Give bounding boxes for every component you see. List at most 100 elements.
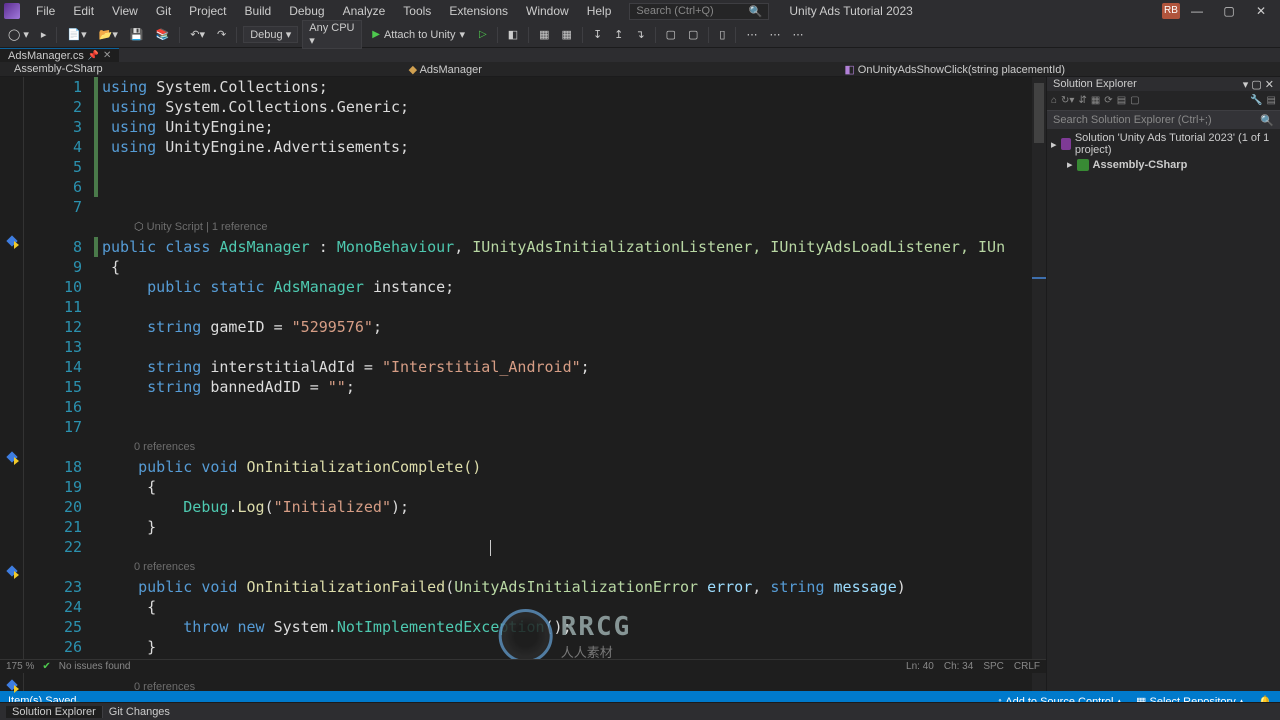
preview-icon[interactable]: ▢ — [1130, 95, 1139, 106]
tb-misc2-icon[interactable]: ⋯ — [765, 26, 784, 43]
menu-project[interactable]: Project — [181, 4, 234, 18]
tb-step-icon[interactable]: ↧ — [589, 26, 606, 43]
tb-bookmark-icon[interactable]: ▯ — [715, 26, 729, 43]
editor-content[interactable]: ⊟using System.Collections; using System.… — [98, 77, 1032, 691]
user-badge[interactable]: RB — [1162, 3, 1180, 19]
panel-opts-icon[interactable]: ▾ ▢ — [1243, 79, 1265, 91]
arrow-glyph-2 — [14, 457, 19, 465]
vertical-scrollbar[interactable] — [1032, 77, 1046, 691]
tb-misc1-icon[interactable]: ⋯ — [742, 26, 761, 43]
tb-step-icon2[interactable]: ↥ — [610, 26, 627, 43]
issues-icon: ✔ — [42, 661, 50, 672]
doc-tab-adsmanager[interactable]: AdsManager.cs 📌 ✕ — [0, 48, 119, 62]
filter-icon[interactable]: ▤ — [1267, 95, 1276, 106]
nav-back-button[interactable]: ◯ ▾ — [4, 26, 33, 43]
codelens-ref-2[interactable]: 0 references — [98, 557, 1032, 577]
search-icon: 🔍 — [1260, 114, 1274, 127]
line-indicator[interactable]: Ln: 40 — [906, 661, 934, 672]
refresh-icon[interactable]: ⟳ — [1104, 95, 1112, 106]
start-without-debug-button[interactable]: ▷ — [475, 27, 491, 42]
search-placeholder: Search (Ctrl+Q) — [636, 5, 713, 18]
collapse-icon[interactable]: ⇵ — [1078, 95, 1086, 106]
properties-icon[interactable]: ▤ — [1117, 95, 1126, 106]
crlf-indicator[interactable]: CRLF — [1014, 661, 1040, 672]
home-icon[interactable]: ⌂ — [1051, 95, 1057, 106]
doc-tab-well: AdsManager.cs 📌 ✕ — [0, 48, 1280, 62]
scrollbar-thumb[interactable] — [1034, 83, 1044, 143]
vs-logo-icon — [4, 3, 20, 19]
tb-step-icon3[interactable]: ↴ — [631, 26, 648, 43]
save-all-button[interactable]: 📚 — [152, 26, 174, 43]
char-indicator[interactable]: Ch: 34 — [944, 661, 973, 672]
tb-misc3-icon[interactable]: ⋯ — [788, 26, 807, 43]
title-bar: File Edit View Git Project Build Debug A… — [0, 0, 1280, 22]
menu-view[interactable]: View — [104, 4, 146, 18]
code-editor[interactable]: 1234 567 891011 12131415 1617 18192021 2… — [0, 77, 1046, 691]
menu-debug[interactable]: Debug — [281, 4, 332, 18]
main-toolbar: ◯ ▾ ▸ 📄▾ 📂▾ 💾 📚 ↶▾ ↷ Debug ▾ Any CPU ▾ ▶… — [0, 22, 1280, 48]
menu-edit[interactable]: Edit — [65, 4, 102, 18]
expand-icon[interactable]: ▸ — [1051, 138, 1057, 151]
method-icon: ◧ — [844, 64, 854, 76]
tab-solution-explorer[interactable]: Solution Explorer — [6, 706, 102, 718]
menu-build[interactable]: Build — [237, 4, 280, 18]
issues-text[interactable]: No issues found — [59, 661, 131, 672]
project-node[interactable]: ▸ Assembly-CSharp — [1051, 157, 1276, 172]
expand-icon[interactable]: ▸ — [1067, 158, 1073, 171]
undo-button[interactable]: ↶▾ — [186, 26, 209, 43]
tb-icon-3[interactable]: ▦ — [558, 26, 576, 43]
tb-comment-icon[interactable]: ▢ — [662, 26, 680, 43]
fold-icon[interactable]: ⊟ — [98, 577, 100, 597]
spaces-indicator[interactable]: SPC — [983, 661, 1004, 672]
menu-file[interactable]: File — [28, 4, 63, 18]
new-project-button[interactable]: 📄▾ — [63, 26, 90, 43]
close-button[interactable]: ✕ — [1246, 4, 1276, 18]
tab-git-changes[interactable]: Git Changes — [102, 706, 176, 718]
solution-root-node[interactable]: ▸ Solution 'Unity Ads Tutorial 2023' (1 … — [1051, 131, 1276, 157]
save-button[interactable]: 💾 — [126, 26, 148, 43]
search-input[interactable]: Search (Ctrl+Q) 🔍 — [629, 3, 769, 20]
arrow-glyph-1 — [14, 241, 19, 249]
menu-window[interactable]: Window — [518, 4, 577, 18]
solution-explorer-title: Solution Explorer ▾ ▢ ✕ — [1047, 77, 1280, 91]
menu-extensions[interactable]: Extensions — [441, 4, 516, 18]
assembly-context[interactable]: Assembly-CSharp — [4, 63, 109, 75]
nav-class[interactable]: AdsManager — [420, 64, 482, 76]
sync-icon[interactable]: ↻▾ — [1061, 95, 1074, 106]
nav-method[interactable]: OnUnityAdsShowClick(string placementId) — [858, 64, 1065, 76]
platform-dropdown[interactable]: Any CPU ▾ — [302, 20, 362, 49]
codelens-class[interactable]: ⬡ Unity Script | 1 reference — [98, 217, 1032, 237]
close-tab-icon[interactable]: ✕ — [103, 50, 111, 61]
codelens-ref-1[interactable]: 0 references — [98, 437, 1032, 457]
minimize-button[interactable]: — — [1182, 4, 1212, 18]
solution-search-input[interactable]: Search Solution Explorer (Ctrl+;) 🔍 — [1047, 111, 1280, 129]
menu-tools[interactable]: Tools — [395, 4, 439, 18]
nav-fwd-button[interactable]: ▸ — [37, 26, 51, 43]
tb-icon-2[interactable]: ▦ — [535, 26, 553, 43]
open-button[interactable]: 📂▾ — [95, 26, 122, 43]
menu-help[interactable]: Help — [579, 4, 620, 18]
solution-icon — [1061, 138, 1071, 150]
panel-close-icon[interactable]: ✕ — [1265, 79, 1274, 91]
zoom-level[interactable]: 175 % — [6, 661, 34, 672]
attach-to-unity-button[interactable]: ▶ Attach to Unity ▾ — [366, 26, 471, 43]
maximize-button[interactable]: ▢ — [1214, 4, 1244, 18]
solution-tree[interactable]: ▸ Solution 'Unity Ads Tutorial 2023' (1 … — [1047, 129, 1280, 174]
tb-icon-1[interactable]: ◧ — [504, 26, 522, 43]
fold-icon[interactable]: ⊟ — [98, 457, 100, 477]
menu-git[interactable]: Git — [148, 4, 179, 18]
redo-button[interactable]: ↷ — [213, 26, 230, 43]
config-dropdown[interactable]: Debug ▾ — [243, 26, 298, 43]
menu-analyze[interactable]: Analyze — [335, 4, 394, 18]
codelens-ref-3[interactable]: 0 references — [98, 677, 1032, 691]
fold-icon[interactable]: ⊟ — [98, 237, 100, 257]
pin-icon[interactable]: 📌 — [88, 50, 99, 61]
editor-status-bar: 175 % ✔ No issues found Ln: 40 Ch: 34 SP… — [0, 659, 1046, 673]
play-icon: ▶ — [372, 29, 380, 40]
show-all-icon[interactable]: ▦ — [1091, 95, 1100, 106]
arrow-glyph-3 — [14, 571, 19, 579]
glyph-margin — [0, 77, 24, 691]
fold-icon[interactable]: ⊟ — [98, 77, 100, 97]
wrench-icon[interactable]: 🔧 — [1250, 95, 1262, 106]
tb-uncomment-icon[interactable]: ▢ — [684, 26, 702, 43]
